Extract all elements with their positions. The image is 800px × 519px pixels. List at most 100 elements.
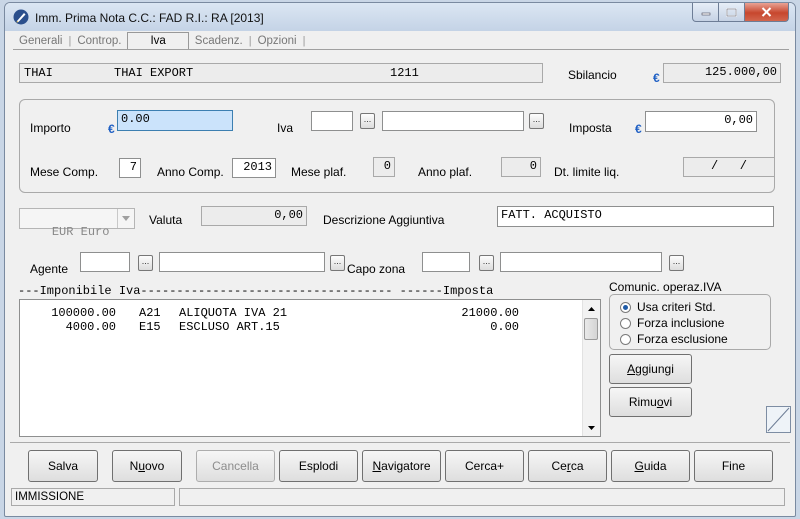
- accel-char: A: [627, 362, 636, 376]
- close-button[interactable]: [745, 3, 789, 22]
- window-controls: [692, 3, 789, 23]
- agente-desc-lookup-button[interactable]: ...: [330, 255, 345, 271]
- button-label: Cancella: [212, 459, 259, 473]
- aggiungi-button[interactable]: Aggiungi: [609, 354, 692, 384]
- importo-label: Importo: [30, 121, 71, 135]
- euro-icon: €: [108, 122, 115, 136]
- list-item[interactable]: 4000.00 E15 ESCLUSO ART.15 0.00: [20, 320, 580, 334]
- cancella-button[interactable]: Cancella: [196, 450, 275, 482]
- imposta-input[interactable]: 0,00: [645, 111, 757, 132]
- list-scrollbar[interactable]: [582, 300, 600, 436]
- mese-plaf-label: Mese plaf.: [291, 165, 347, 179]
- rimuovi-button[interactable]: Rimuovi: [609, 387, 692, 417]
- anno-plaf-label: Anno plaf.: [418, 165, 473, 179]
- agente-lookup-button[interactable]: ...: [138, 255, 153, 271]
- minimize-button[interactable]: [692, 3, 719, 22]
- resize-corner-icon: [766, 406, 791, 433]
- tab-controp[interactable]: Controp.: [71, 34, 127, 49]
- account-field: THAI THAI EXPORT 1211: [19, 63, 543, 83]
- anno-comp-input[interactable]: 2013: [232, 158, 276, 178]
- row-desc: ESCLUSO ART.15: [179, 320, 280, 334]
- radio-forza-esclusione[interactable]: Forza esclusione: [620, 332, 728, 346]
- capo-zona-desc-input[interactable]: [500, 252, 662, 272]
- capo-zona-lookup-button[interactable]: ...: [479, 255, 494, 271]
- dropdown-arrow[interactable]: [117, 209, 134, 228]
- iva-lookup-button[interactable]: ...: [360, 113, 375, 129]
- app-pen-icon: [13, 9, 29, 25]
- button-label: Rimu: [628, 395, 657, 409]
- iva-desc-lookup-button[interactable]: ...: [529, 113, 544, 129]
- esplodi-button[interactable]: Esplodi: [279, 450, 358, 482]
- navigatore-button[interactable]: Navigatore: [362, 450, 441, 482]
- button-label: Ce: [551, 459, 567, 473]
- scroll-thumb[interactable]: [584, 318, 598, 340]
- cerca-button[interactable]: Cerca: [528, 450, 607, 482]
- row-code: A21: [139, 306, 161, 320]
- button-label: vi: [663, 395, 673, 409]
- radio-label: Forza esclusione: [637, 332, 728, 346]
- mese-comp-input[interactable]: 7: [119, 158, 141, 178]
- anno-plaf-value: 0: [501, 157, 541, 177]
- iva-code-input[interactable]: [311, 111, 353, 131]
- row-imposta: 0.00: [490, 320, 519, 334]
- button-label: Esplodi: [298, 459, 339, 473]
- tab-opzioni[interactable]: Opzioni: [252, 34, 303, 49]
- importo-input[interactable]: 0.00: [117, 110, 233, 131]
- descrizione-aggiuntiva-input[interactable]: FATT. ACQUISTO: [497, 206, 774, 227]
- button-label: Fine: [721, 459, 746, 473]
- agente-desc-input[interactable]: [159, 252, 325, 272]
- scroll-down-button[interactable]: [583, 419, 600, 436]
- radio-usa-criteri[interactable]: Usa criteri Std.: [620, 300, 716, 314]
- maximize-button[interactable]: [719, 3, 745, 22]
- euro-icon: €: [635, 122, 642, 136]
- nuovo-button[interactable]: Nuovo: [112, 450, 182, 482]
- sbilancio-value: 125.000,00: [663, 63, 781, 83]
- row-imponibile: 4000.00: [65, 320, 116, 334]
- sbilancio-label: Sbilancio: [568, 68, 617, 82]
- button-label: ggiungi: [635, 362, 674, 376]
- button-label: N: [129, 459, 139, 473]
- agente-code-input[interactable]: [80, 252, 130, 272]
- radio-label: Usa criteri Std.: [637, 300, 716, 314]
- button-label: ovo: [145, 459, 165, 473]
- iva-list[interactable]: 100000.00 A21 ALIQUOTA IVA 21 21000.00 4…: [19, 299, 601, 437]
- tab-iva[interactable]: Iva: [127, 32, 189, 49]
- valuta-value: 0,00: [201, 206, 307, 226]
- accel-char: N: [372, 459, 382, 473]
- list-item[interactable]: 100000.00 A21 ALIQUOTA IVA 21 21000.00: [20, 306, 580, 320]
- triangle-down-icon: [588, 425, 595, 430]
- title-bar[interactable]: Imm. Prima Nota C.C.: FAD R.I.: RA [2013…: [5, 3, 795, 31]
- tab-bar: Generali | Controp. Iva Scadenz. | Opzio…: [13, 32, 789, 49]
- accel-char: o: [656, 395, 664, 409]
- fine-button[interactable]: Fine: [694, 450, 773, 482]
- button-label: ca: [570, 459, 584, 473]
- euro-icon: €: [653, 71, 660, 85]
- valuta-select[interactable]: EUR Euro: [19, 208, 135, 239]
- status-mode: IMMISSIONE: [11, 488, 175, 506]
- capo-zona-desc-lookup-button[interactable]: ...: [669, 255, 684, 271]
- imposta-label: Imposta: [569, 121, 612, 135]
- account-number: 1211: [390, 66, 419, 80]
- salva-button[interactable]: Salva: [28, 450, 98, 482]
- status-message: [179, 488, 785, 506]
- close-icon: [761, 7, 772, 17]
- radio-selected-icon: [620, 301, 631, 313]
- account-name: THAI EXPORT: [114, 66, 194, 80]
- radio-icon: [620, 333, 631, 345]
- guida-button[interactable]: Guida: [611, 450, 690, 482]
- tab-scadenz[interactable]: Scadenz.: [189, 34, 249, 49]
- row-desc: ALIQUOTA IVA 21: [179, 306, 288, 320]
- mese-plaf-value: 0: [373, 157, 395, 177]
- cerca-plus-button[interactable]: Cerca+: [445, 450, 524, 482]
- comunic-label: Comunic. operaz.IVA: [609, 280, 722, 294]
- capo-zona-code-input[interactable]: [422, 252, 470, 272]
- row-code: E15: [139, 320, 161, 334]
- tab-divider: [13, 49, 789, 50]
- scroll-up-button[interactable]: [583, 300, 600, 317]
- iva-desc-input[interactable]: [382, 111, 524, 131]
- radio-forza-inclusione[interactable]: Forza inclusione: [620, 316, 724, 330]
- button-label: Cerca+: [464, 459, 505, 473]
- agente-label: Agente: [30, 262, 69, 276]
- tab-generali[interactable]: Generali: [13, 34, 68, 49]
- maximize-icon: [726, 7, 737, 17]
